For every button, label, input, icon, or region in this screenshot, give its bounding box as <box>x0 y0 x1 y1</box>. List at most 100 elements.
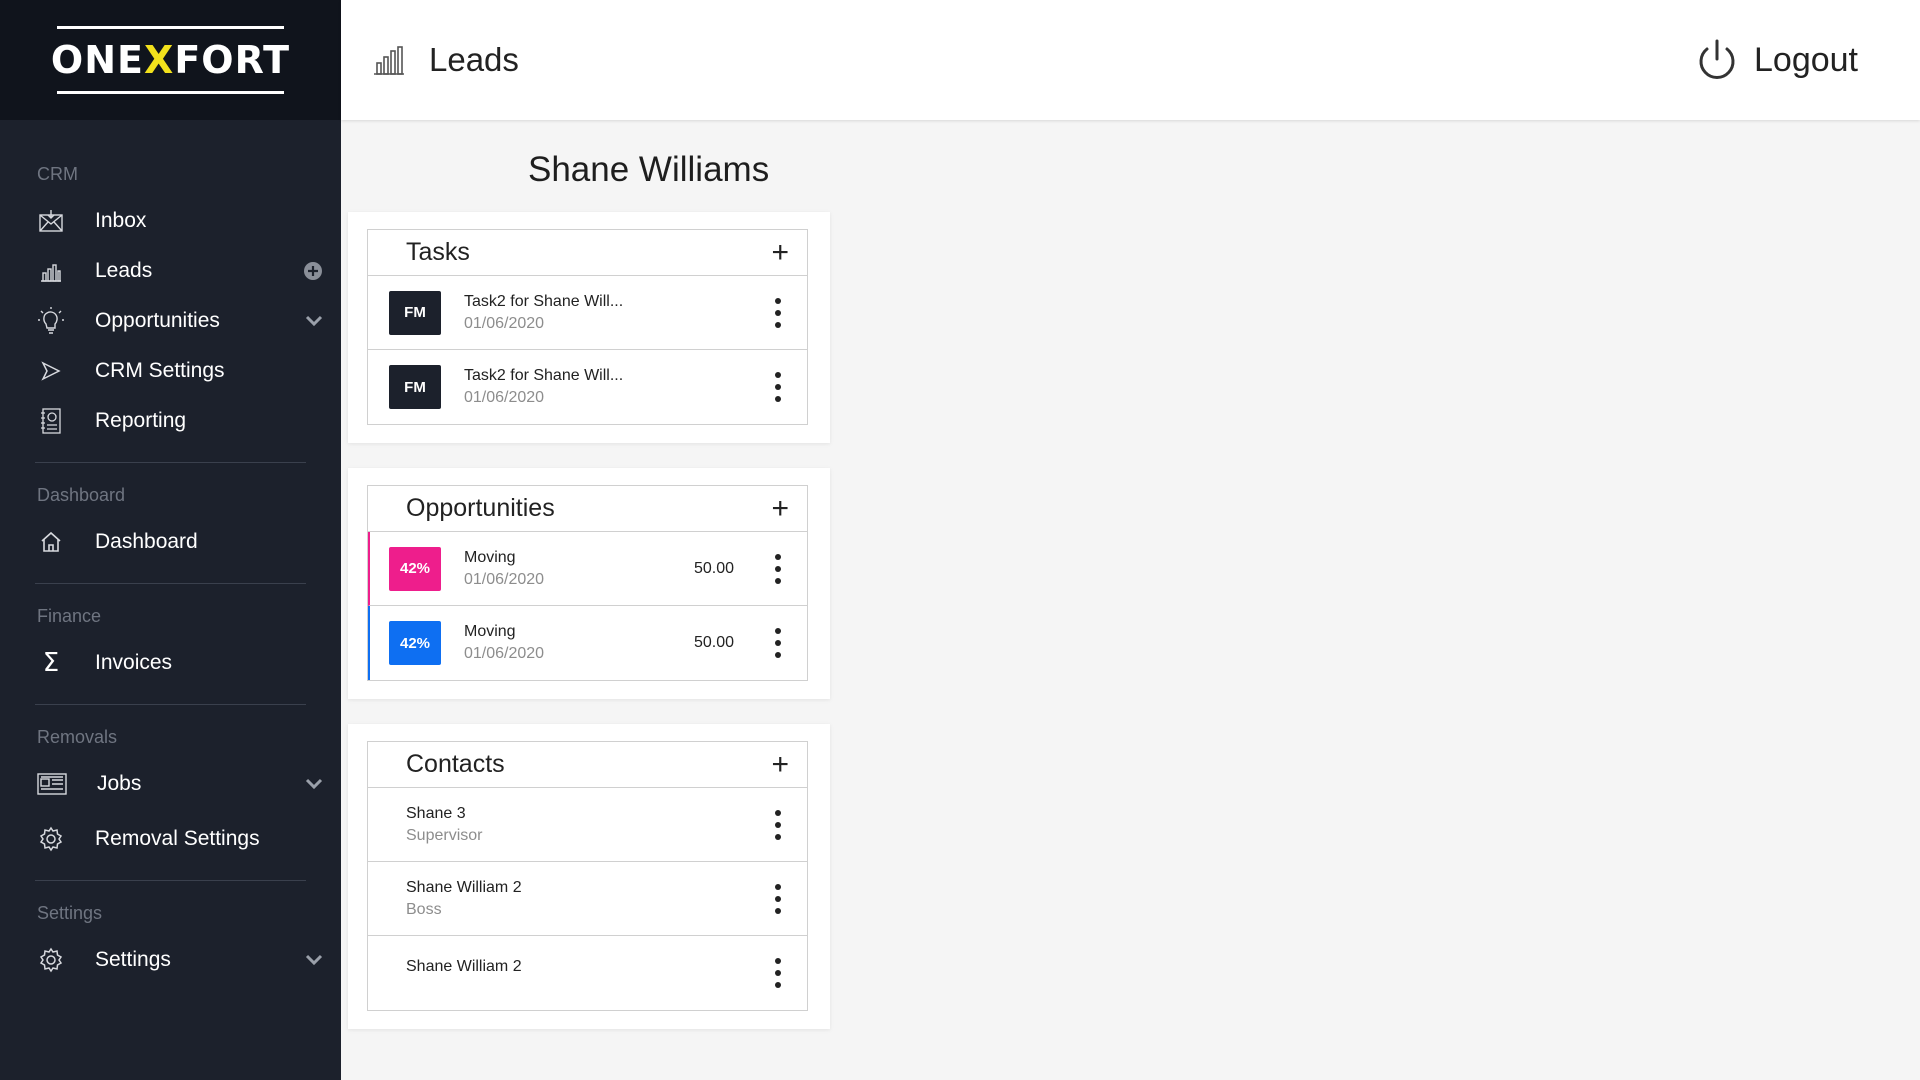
sidebar-item-label: CRM Settings <box>95 359 225 382</box>
sidebar-item-settings[interactable]: Settings <box>0 935 341 985</box>
probability-badge: 42% <box>389 546 441 591</box>
sidebar-item-label: Leads <box>95 259 153 282</box>
contact-text: Shane 3 Supervisor <box>406 805 482 845</box>
page-title: Leads <box>429 41 519 78</box>
sidebar-item-inbox[interactable]: Inbox <box>0 196 341 246</box>
add-lead-icon[interactable] <box>303 261 323 281</box>
contact-role: Boss <box>406 900 442 918</box>
sidebar-item-label: Settings <box>95 948 171 971</box>
opportunity-text: Moving 01/06/2020 <box>464 623 544 663</box>
sidebar-item-removal-settings[interactable]: Removal Settings <box>0 814 341 864</box>
contact-role: Supervisor <box>406 826 483 844</box>
opportunities-header: Opportunities + <box>368 486 807 532</box>
opportunity-text: Moving 01/06/2020 <box>464 549 544 589</box>
contact-name: Shane William 2 <box>406 958 522 975</box>
home-icon <box>37 528 65 556</box>
person-name: Shane Williams <box>528 150 770 189</box>
sidebar-item-label: Dashboard <box>95 530 198 553</box>
sidebar-item-dashboard[interactable]: Dashboard <box>0 517 341 567</box>
contact-name: Shane 3 <box>406 804 466 822</box>
task-date: 01/06/2020 <box>464 314 545 332</box>
opportunity-row[interactable]: 42% Moving 01/06/2020 50.00 <box>368 532 807 606</box>
inbox-icon <box>37 207 65 235</box>
brand-logo[interactable]: ONEXFORT <box>51 24 290 96</box>
sidebar-divider <box>35 704 306 705</box>
logo-text: ONEXFORT <box>50 38 291 82</box>
probability-badge: 42% <box>389 621 441 665</box>
opportunity-amount: 50.00 <box>693 559 734 577</box>
bar-chart-icon <box>37 257 65 285</box>
contacts-header: Contacts + <box>368 742 807 788</box>
contact-text: Shane William 2 <box>406 958 522 976</box>
more-options-icon[interactable] <box>773 628 783 658</box>
more-options-icon[interactable] <box>773 553 783 584</box>
more-options-icon[interactable] <box>773 809 783 840</box>
sidebar-divider <box>35 583 306 584</box>
task-date: 01/06/2020 <box>464 389 545 406</box>
more-options-icon[interactable] <box>773 883 783 914</box>
bar-chart-icon <box>371 42 407 78</box>
chevron-down-icon[interactable] <box>305 778 323 790</box>
sidebar-item-label: Jobs <box>97 772 142 795</box>
section-label-finance: Finance <box>37 606 102 626</box>
task-text: Task2 for Shane Will... 01/06/2020 <box>464 367 623 407</box>
contact-row[interactable]: Shane William 2 Boss <box>368 862 807 936</box>
contact-name: Shane William 2 <box>406 878 522 896</box>
contact-row[interactable]: Shane William 2 <box>368 936 807 1010</box>
add-opportunity-button[interactable]: + <box>771 493 789 524</box>
opportunity-amount: 50.00 <box>693 634 734 651</box>
sidebar-item-label: Reporting <box>95 409 187 432</box>
opportunity-date: 01/06/2020 <box>464 645 545 662</box>
task-title: Task2 for Shane Will... <box>464 292 624 310</box>
opportunities-title: Opportunities <box>406 494 555 522</box>
section-label-dashboard: Dashboard <box>37 485 126 505</box>
sidebar-item-jobs[interactable]: Jobs <box>0 759 341 809</box>
sidebar-item-invoices[interactable]: Σ Invoices <box>0 638 341 688</box>
task-badge: FM <box>389 290 441 335</box>
contacts-card: Contacts + Shane 3 Supervisor Shane Will… <box>348 724 830 1029</box>
opportunities-card: Opportunities + 42% Moving 01/06/2020 50… <box>348 468 830 699</box>
sidebar-nav: CRM Inbox Leads Opportunities CRM Settin… <box>0 120 341 985</box>
lightbulb-icon <box>37 307 65 335</box>
sidebar-item-label: Removal Settings <box>95 827 260 850</box>
task-title: Task2 for Shane Will... <box>464 367 624 384</box>
add-contact-button[interactable]: + <box>771 749 789 780</box>
logout-label: Logout <box>1754 40 1858 79</box>
sidebar-item-label: Opportunities <box>95 309 220 332</box>
sidebar-item-reporting[interactable]: Reporting <box>0 396 341 446</box>
task-row[interactable]: FM Task2 for Shane Will... 01/06/2020 <box>368 276 807 350</box>
more-options-icon[interactable] <box>773 958 783 988</box>
section-label-removals: Removals <box>37 727 118 747</box>
opportunities-panel: Opportunities + 42% Moving 01/06/2020 50… <box>367 485 808 681</box>
chevron-down-icon[interactable] <box>305 954 323 966</box>
chevron-down-icon[interactable] <box>305 315 323 327</box>
sidebar-item-opportunities[interactable]: Opportunities <box>0 296 341 346</box>
sidebar-item-label: Inbox <box>95 209 147 232</box>
contact-row[interactable]: Shane 3 Supervisor <box>368 788 807 862</box>
sidebar-divider <box>35 880 306 881</box>
sigma-icon: Σ <box>42 648 60 678</box>
report-icon <box>37 407 65 435</box>
section-label-settings: Settings <box>37 903 103 923</box>
logo-bar: ONEXFORT <box>0 0 341 120</box>
section-label-crm: CRM <box>37 164 78 184</box>
task-badge: FM <box>389 365 441 409</box>
more-options-icon[interactable] <box>773 372 783 402</box>
contacts-title: Contacts <box>406 750 505 778</box>
send-icon <box>37 357 65 385</box>
power-icon <box>1696 37 1738 83</box>
add-task-button[interactable]: + <box>771 237 789 268</box>
opportunity-title: Moving <box>464 548 516 566</box>
more-options-icon[interactable] <box>773 297 783 328</box>
job-card-icon <box>37 770 67 798</box>
sidebar-item-crm-settings[interactable]: CRM Settings <box>0 346 341 396</box>
logout-button[interactable]: Logout <box>1696 0 1858 120</box>
opportunity-row[interactable]: 42% Moving 01/06/2020 50.00 <box>368 606 807 680</box>
sidebar: ONEXFORT CRM Inbox Leads Opportunities C… <box>0 0 341 1080</box>
tasks-panel: Tasks + FM Task2 for Shane Will... 01/06… <box>367 229 808 425</box>
task-row[interactable]: FM Task2 for Shane Will... 01/06/2020 <box>368 350 807 424</box>
sidebar-item-label: Invoices <box>95 651 173 674</box>
tasks-card: Tasks + FM Task2 for Shane Will... 01/06… <box>348 212 830 443</box>
tasks-title: Tasks <box>406 238 470 266</box>
sidebar-item-leads[interactable]: Leads <box>0 246 341 296</box>
